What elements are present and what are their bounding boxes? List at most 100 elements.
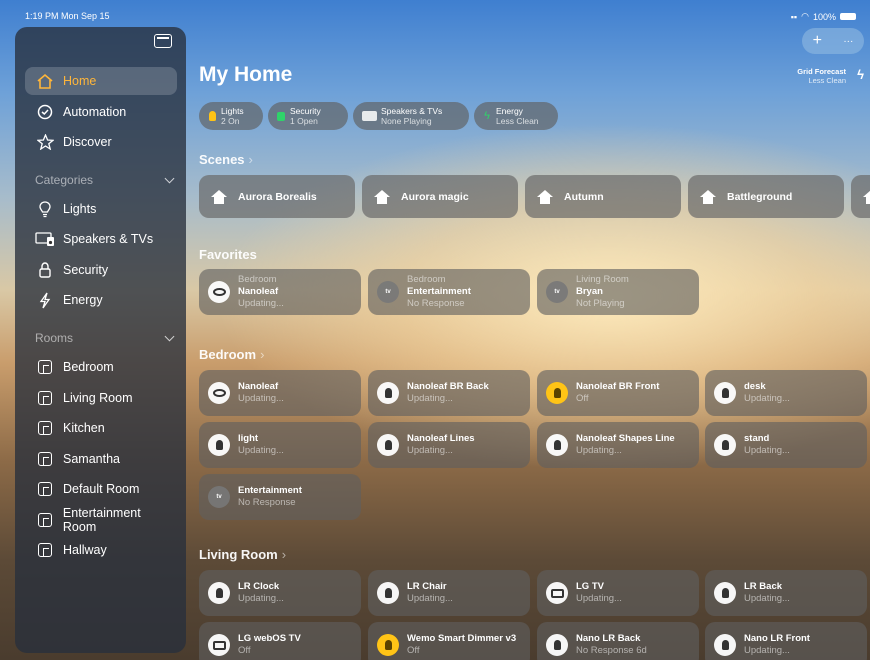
energy-pill[interactable]: ϟ Energy Less Clean [474, 102, 558, 130]
clock-icon [35, 102, 55, 122]
star-icon [35, 132, 55, 152]
scene-tile-partial[interactable] [851, 175, 870, 218]
chevron-right-icon: › [281, 547, 287, 562]
scene-tile[interactable]: Aurora magic [362, 175, 518, 218]
speakers-tvs-pill[interactable]: Speakers & TVs None Playing [353, 102, 469, 130]
favorite-tile[interactable]: tv Bedroom Entertainment No Response [368, 269, 530, 315]
scene-tile[interactable]: Aurora Borealis [199, 175, 355, 218]
accessory-tile[interactable]: Nano LR Back No Response 6d [537, 622, 699, 660]
sidebar-item-label: Energy [63, 293, 103, 307]
scenes-header[interactable]: Scenes › [199, 152, 253, 167]
tv-icon [546, 582, 568, 604]
favorites-header: Favorites [199, 247, 257, 262]
page-title: My Home [199, 63, 293, 86]
tile-name: Entertainment [407, 286, 471, 297]
sidebar-item-hallway[interactable]: Hallway [25, 536, 177, 564]
tile-name: LR Clock [238, 581, 280, 592]
tile-text: Nano LR Back No Response 6d [576, 633, 647, 657]
bedroom-header[interactable]: Bedroom › [199, 347, 264, 362]
pill-sub: Less Clean [496, 116, 539, 126]
sidebar-item-label: Lights [63, 202, 97, 216]
scene-label: Battleground [727, 190, 793, 203]
pill-text: Lights 2 On [221, 106, 244, 126]
accessory-tile[interactable]: LR Back Updating... [705, 570, 867, 616]
sidebar-item-lights[interactable]: Lights [25, 195, 177, 223]
chevron-down-icon [164, 331, 175, 341]
favorite-tile[interactable]: tv Living Room Bryan Not Playing [537, 269, 699, 315]
lights-pill[interactable]: Lights 2 On [199, 102, 263, 130]
accessory-tile[interactable]: Nanoleaf BR Front Off [537, 370, 699, 416]
scene-tile[interactable]: Battleground [688, 175, 844, 218]
sidebar-item-bedroom[interactable]: Bedroom [25, 353, 177, 381]
tile-status: No Response [238, 497, 296, 508]
accessory-tile[interactable]: tv Entertainment No Response [199, 474, 361, 520]
sidebar-item-kitchen[interactable]: Kitchen [25, 414, 177, 442]
lightbulb-icon [714, 582, 736, 604]
sidebar-item-default-room[interactable]: Default Room [25, 475, 177, 503]
accessory-tile[interactable]: Nanoleaf Lines Updating... [368, 422, 530, 468]
accessory-tile[interactable]: LR Chair Updating... [368, 570, 530, 616]
accessory-tile[interactable]: LR Clock Updating... [199, 570, 361, 616]
accessory-tile[interactable]: stand Updating... [705, 422, 867, 468]
accessory-tile[interactable]: LG webOS TV Off [199, 622, 361, 660]
tile-text: LR Clock Updating... [238, 581, 284, 605]
accessory-tile[interactable]: Nanoleaf Shapes Line Updating... [537, 422, 699, 468]
tv-speaker-icon [361, 111, 377, 121]
lightbulb-icon [714, 382, 736, 404]
sidebar-item-speakers-tvs[interactable]: Speakers & TVs [25, 225, 177, 253]
battery-percent: 100% [812, 11, 836, 22]
sidebar-item-entertainment-room[interactable]: Entertainment Room [25, 506, 177, 534]
categories-header[interactable]: Categories [35, 173, 177, 187]
bulb-shape [721, 440, 729, 450]
tile-name: light [238, 433, 259, 444]
sidebar-item-label: Automation [63, 105, 127, 119]
nanoleaf-icon [208, 281, 230, 303]
tile-text: Living Room Bryan Not Playing [576, 274, 629, 310]
tile-status: Updating... [744, 393, 790, 404]
bulb-shape [721, 640, 729, 650]
favorite-tile[interactable]: Bedroom Nanoleaf Updating... [199, 269, 361, 315]
scene-tile[interactable]: Autumn [525, 175, 681, 218]
accessory-tile[interactable]: Nanoleaf Updating... [199, 370, 361, 416]
tile-room: Living Room [576, 274, 629, 285]
living-room-header[interactable]: Living Room › [199, 547, 286, 562]
accessory-tile[interactable]: light Updating... [199, 422, 361, 468]
add-button[interactable]: + [813, 32, 822, 50]
tile-status: Updating... [407, 445, 453, 456]
security-pill[interactable]: Security 1 Open [268, 102, 348, 130]
lightbulb-icon [208, 434, 230, 456]
room-door-icon [38, 543, 52, 557]
accessory-tile[interactable]: Nano LR Front Updating... [705, 622, 867, 660]
house-icon [374, 189, 390, 204]
accessory-tile[interactable]: Wemo Smart Dimmer v3 Off [368, 622, 530, 660]
bulb-shape [553, 640, 561, 650]
sidebar-item-energy[interactable]: Energy [25, 286, 177, 314]
bedroom-label: Bedroom [199, 347, 257, 362]
sidebar-item-home[interactable]: Home [25, 67, 177, 95]
accessory-tile[interactable]: LG TV Updating... [537, 570, 699, 616]
scene-label: Aurora magic [401, 190, 469, 203]
sidebar-item-samantha[interactable]: Samantha [25, 445, 177, 473]
sidebar-item-living-room[interactable]: Living Room [25, 384, 177, 412]
grid-forecast-title: Grid Forecast [797, 67, 846, 76]
bulb-shape [384, 640, 392, 650]
nanoleaf-icon [208, 382, 230, 404]
grid-forecast[interactable]: Grid Forecast Less Clean [797, 67, 846, 85]
sidebar-item-automation[interactable]: Automation [25, 98, 177, 126]
tile-text: Bedroom Entertainment No Response [407, 274, 471, 310]
tile-name: LR Chair [407, 581, 447, 592]
tile-text: LG webOS TV Off [238, 633, 301, 657]
rooms-header[interactable]: Rooms [35, 331, 177, 345]
sidebar-item-label: Kitchen [63, 421, 105, 435]
tile-name: Nano LR Front [744, 633, 810, 644]
sidebar-item-discover[interactable]: Discover [25, 128, 177, 156]
bolt-icon [35, 290, 55, 310]
tile-name: desk [744, 381, 766, 392]
pill-title: Security [290, 106, 321, 116]
accessory-tile[interactable]: Nanoleaf BR Back Updating... [368, 370, 530, 416]
accessory-tile[interactable]: desk Updating... [705, 370, 867, 416]
lightbulb-icon [377, 382, 399, 404]
more-button[interactable]: ··· [843, 36, 853, 47]
sidebar-toggle-icon[interactable] [154, 34, 172, 48]
sidebar-item-security[interactable]: Security [25, 256, 177, 284]
